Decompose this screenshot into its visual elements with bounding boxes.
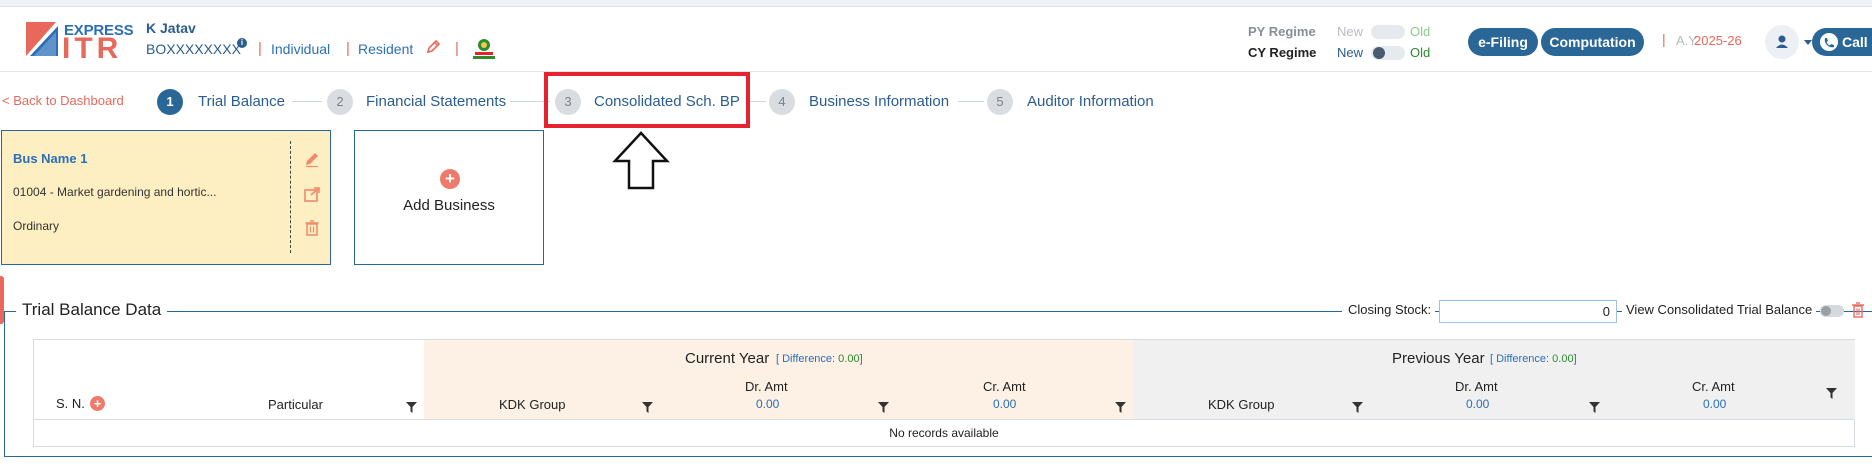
top-strip <box>0 0 1872 7</box>
residency-status: Resident <box>358 41 414 57</box>
filter-icon[interactable] <box>406 402 417 413</box>
app-header: EXPRESS ITR K Jatav BOXXXXXXXX i | Indiv… <box>0 8 1872 72</box>
step-1-number[interactable]: 1 <box>157 89 183 115</box>
py-regime-toggle[interactable] <box>1371 25 1405 39</box>
sn-header: S. N. <box>56 396 85 411</box>
prev-dr-amt-header: Dr. Amt <box>1455 379 1498 394</box>
closing-stock-input[interactable] <box>1439 300 1617 323</box>
step-trial-balance[interactable]: Trial Balance <box>198 93 285 110</box>
trial-balance-title: Trial Balance Data <box>16 300 168 320</box>
cur-cr-total: 0.00 <box>993 397 1017 411</box>
prev-dr-total: 0.00 <box>1466 397 1490 411</box>
add-business-card[interactable]: + Add Business <box>354 130 544 265</box>
logo-itr-text: ITR <box>62 32 123 65</box>
call-label: Call <box>1842 34 1868 50</box>
business-card[interactable]: Bus Name 1 01004 - Market gardening and … <box>1 130 331 265</box>
filter-icon[interactable] <box>642 402 653 413</box>
step-financial-statements[interactable]: Financial Statements <box>366 93 506 110</box>
header-separator: | <box>455 40 459 57</box>
ay-value[interactable]: 2025-26 <box>1694 33 1742 48</box>
status-individual: Individual <box>271 41 331 57</box>
user-avatar[interactable] <box>1765 25 1799 59</box>
ay-separator: | <box>1662 31 1666 47</box>
step-2-number[interactable]: 2 <box>327 89 353 115</box>
current-year-title: Current Year <box>685 350 770 367</box>
filter-icon[interactable] <box>1589 402 1600 413</box>
current-year-difference: [ Difference: 0.00] <box>776 353 863 365</box>
step-connector <box>750 101 766 102</box>
card-divider <box>290 141 291 253</box>
call-button[interactable]: Call <box>1812 28 1872 56</box>
particular-header: Particular <box>268 397 323 412</box>
step-4-number[interactable]: 4 <box>769 89 795 115</box>
previous-year-title: Previous Year <box>1392 350 1485 367</box>
filter-icon[interactable] <box>1115 402 1126 413</box>
prev-cr-total: 0.00 <box>1703 397 1727 411</box>
step-connector <box>958 101 984 102</box>
prev-kdk-group-header: KDK Group <box>1208 397 1275 412</box>
back-to-dashboard-link[interactable]: < Back to Dashboard <box>2 93 124 108</box>
view-consolidated-label: View Consolidated Trial Balance <box>1622 302 1817 317</box>
delete-icon[interactable] <box>1851 302 1865 318</box>
step-business-information[interactable]: Business Information <box>809 93 949 110</box>
cy-new-label: New <box>1337 45 1364 60</box>
phone-icon <box>1820 33 1838 51</box>
business-code: 01004 - Market gardening and hortic... <box>13 185 217 199</box>
cy-regime-toggle[interactable] <box>1371 46 1405 60</box>
filter-icon[interactable] <box>1826 388 1837 399</box>
header-separator: | <box>258 40 262 57</box>
edit-icon[interactable] <box>303 150 321 168</box>
py-regime-label: PY Regime <box>1248 24 1316 39</box>
cy-regime-label: CY Regime <box>1248 45 1317 60</box>
closing-stock-label: Closing Stock: <box>1342 302 1436 317</box>
prev-cr-amt-header: Cr. Amt <box>1692 379 1735 394</box>
cy-old-label: Old <box>1410 45 1431 60</box>
user-name: K Jatav <box>146 20 196 36</box>
filter-icon[interactable] <box>878 402 889 413</box>
chevron-down-icon[interactable] <box>1804 40 1812 45</box>
highlight-box <box>544 72 750 128</box>
computation-button[interactable]: Computation <box>1541 28 1644 56</box>
trial-balance-grid: S. N. + Particular Current Year [ Differ… <box>33 339 1855 447</box>
business-type: Ordinary <box>13 219 60 233</box>
add-business-label: Add Business <box>403 197 495 214</box>
py-old-label: Old <box>1410 24 1431 39</box>
efiling-button[interactable]: e-Filing <box>1468 28 1538 56</box>
cur-cr-amt-header: Cr. Amt <box>983 379 1026 394</box>
header-separator: | <box>346 40 350 57</box>
no-records-message: No records available <box>889 426 999 440</box>
cur-dr-amt-header: Dr. Amt <box>745 379 788 394</box>
pencil-icon[interactable] <box>425 39 441 55</box>
up-arrow-icon <box>612 131 670 190</box>
step-connector <box>292 101 322 102</box>
cur-dr-total: 0.00 <box>756 397 780 411</box>
info-icon[interactable]: i <box>237 38 247 48</box>
add-row-icon[interactable]: + <box>90 396 105 411</box>
user-icon <box>1776 35 1788 48</box>
business-name: Bus Name 1 <box>13 151 88 166</box>
logo-mark-icon <box>26 22 58 56</box>
export-icon[interactable] <box>303 185 321 203</box>
filter-icon[interactable] <box>1352 402 1363 413</box>
previous-year-difference: [ Difference: 0.00] <box>1490 353 1577 365</box>
cur-kdk-group-header: KDK Group <box>499 397 566 412</box>
view-consolidated-toggle[interactable] <box>1820 305 1844 317</box>
py-new-label: New <box>1337 24 1364 39</box>
step-5-number[interactable]: 5 <box>987 89 1013 115</box>
grid-divider <box>34 419 1854 420</box>
user-pan: BOXXXXXXXX <box>146 41 241 57</box>
step-auditor-information[interactable]: Auditor Information <box>1027 93 1154 110</box>
emblem-icon <box>473 39 495 59</box>
add-icon: + <box>440 169 460 189</box>
delete-icon[interactable] <box>303 219 321 237</box>
